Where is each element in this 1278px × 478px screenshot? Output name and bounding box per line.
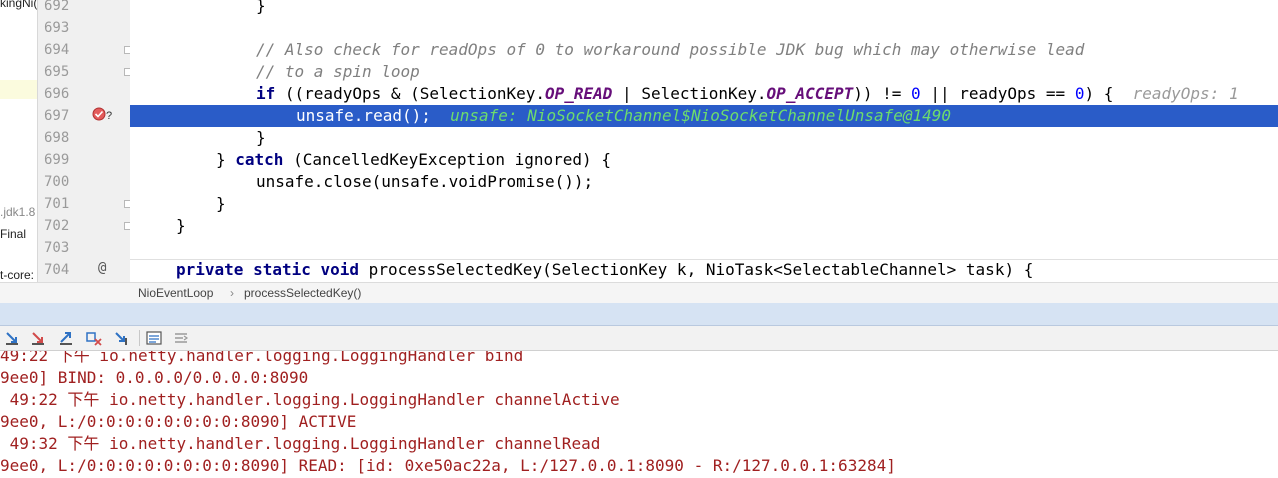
line-number: 701: [44, 196, 70, 212]
line-number: 699: [44, 152, 70, 168]
comment: // Also check for readOps of 0 to workar…: [256, 40, 1085, 59]
code-line-702[interactable]: }: [130, 215, 1278, 237]
project-tree[interactable]: kingNi( .jdk1.8 Final t-core:: [0, 0, 38, 282]
step-over-icon[interactable]: [4, 330, 20, 346]
console-line: 9ee0, L:/0:0:0:0:0:0:0:0:8090] READ: [id…: [0, 456, 896, 475]
keyword-if: if: [256, 84, 276, 103]
tree-selection-highlight: [0, 80, 37, 99]
breadcrumb: NioEventLoop › processSelectedKey(): [0, 282, 1278, 304]
constant-op-read: OP_READ: [544, 84, 613, 103]
code-text: ((readyOps & (SelectionKey.: [275, 84, 545, 103]
code-line-700[interactable]: unsafe.close(unsafe.voidPromise());: [130, 171, 1278, 193]
comment: // to a spin loop: [256, 62, 420, 81]
code-line-699[interactable]: } catch (CancelledKeyException ignored) …: [130, 149, 1278, 171]
code-text: || readyOps ==: [920, 84, 1075, 103]
line-number: 695: [44, 64, 70, 80]
line-number: 696: [44, 86, 70, 102]
code-line-694[interactable]: // Also check for readOps of 0 to workar…: [130, 39, 1278, 61]
line-number: 692: [44, 0, 70, 14]
console-line: 49:22 下午 io.netty.handler.logging.Loggin…: [0, 351, 524, 365]
code-line-698[interactable]: }: [130, 127, 1278, 149]
drop-frame-icon[interactable]: [86, 330, 102, 346]
debug-toolbar: [0, 326, 1278, 351]
code-line-696[interactable]: if ((readyOps & (SelectionKey.OP_READ | …: [130, 83, 1278, 105]
step-out-icon[interactable]: [58, 330, 74, 346]
code-text: )) !=: [853, 84, 912, 103]
tree-item[interactable]: kingNi(: [0, 0, 37, 10]
console-line: 49:22 下午 io.netty.handler.logging.Loggin…: [0, 390, 620, 409]
line-number: 704: [44, 262, 70, 278]
breadcrumb-class[interactable]: NioEventLoop: [138, 286, 213, 300]
constant-op-accept: OP_ACCEPT: [766, 84, 854, 103]
line-number: 697: [44, 108, 70, 124]
code-line-692[interactable]: }: [130, 0, 1278, 17]
line-number: 693: [44, 20, 70, 36]
tree-item[interactable]: Final: [0, 227, 26, 241]
inline-debug-value: readyOps: 1: [1132, 84, 1239, 103]
code-text: | SelectionKey.: [612, 84, 767, 103]
evaluate-icon[interactable]: [146, 330, 162, 346]
line-number: 694: [44, 42, 70, 58]
tree-item[interactable]: .jdk1.8: [0, 205, 35, 219]
console-line: 9ee0] BIND: 0.0.0.0/0.0.0.0:8090: [0, 368, 309, 387]
code-text: (CancelledKeyException ignored) {: [283, 150, 611, 169]
trace-icon[interactable]: [173, 330, 189, 346]
keyword-private: private: [176, 260, 244, 279]
inline-debug-value: unsafe: NioSocketChannel$NioSocketChanne…: [450, 106, 952, 125]
tree-item[interactable]: t-core:: [0, 268, 34, 282]
run-to-cursor-icon[interactable]: [114, 330, 130, 346]
toolbar-divider: [139, 330, 140, 346]
debug-panel-header: [0, 303, 1278, 326]
line-number: 702: [44, 218, 70, 234]
code-text: unsafe.read();: [296, 106, 431, 125]
breadcrumb-method[interactable]: processSelectedKey(): [244, 286, 361, 300]
number-literal: 0: [1074, 84, 1085, 103]
line-number: 700: [44, 174, 70, 190]
console-line: 49:32 下午 io.netty.handler.logging.Loggin…: [0, 434, 601, 453]
code-line-704[interactable]: private static void processSelectedKey(S…: [130, 259, 1278, 281]
keyword-static: static: [253, 260, 311, 279]
code-line-695[interactable]: // to a spin loop: [130, 61, 1278, 83]
line-number: 703: [44, 240, 70, 256]
number-literal: 0: [911, 84, 921, 103]
code-line-697-current[interactable]: unsafe.read(); unsafe: NioSocketChannel$…: [130, 105, 1278, 127]
code-line-701[interactable]: }: [130, 193, 1278, 215]
code-text: ) {: [1084, 84, 1114, 103]
line-number: 698: [44, 130, 70, 146]
breadcrumb-separator: ›: [230, 286, 234, 300]
console-output[interactable]: 49:22 下午 io.netty.handler.logging.Loggin…: [0, 351, 1278, 478]
code-text: processSelectedKey(SelectionKey k, NioTa…: [359, 260, 1034, 279]
console-line: 9ee0, L:/0:0:0:0:0:0:0:0:8090] ACTIVE: [0, 412, 357, 431]
editor-gutter[interactable]: 692 693 694 695 696 697 698 699 700 701 …: [38, 0, 132, 282]
step-into-icon[interactable]: [30, 330, 46, 346]
keyword-void: void: [320, 260, 360, 279]
code-text: }: [216, 150, 236, 169]
keyword-catch: catch: [235, 150, 284, 169]
override-method-icon[interactable]: @: [98, 260, 106, 276]
code-editor[interactable]: } // Also check for readOps of 0 to work…: [130, 0, 1278, 282]
breakpoint-condition-mark: ?: [106, 110, 113, 122]
